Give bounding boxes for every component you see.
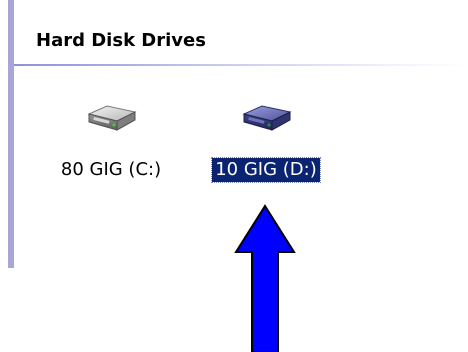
drive-label-c[interactable]: 80 GIG (C:) [58, 158, 164, 182]
up-arrow-icon [234, 204, 296, 352]
explorer-pane: Hard Disk Drives 80 GIG (C:) 10 GIG (D:) [0, 0, 468, 352]
task-pane-edge [8, 0, 14, 268]
drive-item-d[interactable]: 10 GIG (D:) [196, 100, 336, 183]
hard-drive-icon [242, 105, 292, 131]
hard-drive-icon [87, 105, 137, 131]
drive-label-d[interactable]: 10 GIG (D:) [211, 157, 321, 183]
group-header-hard-disk-drives: Hard Disk Drives [36, 30, 206, 51]
group-header-divider [14, 64, 468, 66]
drive-item-c[interactable]: 80 GIG (C:) [46, 100, 176, 182]
